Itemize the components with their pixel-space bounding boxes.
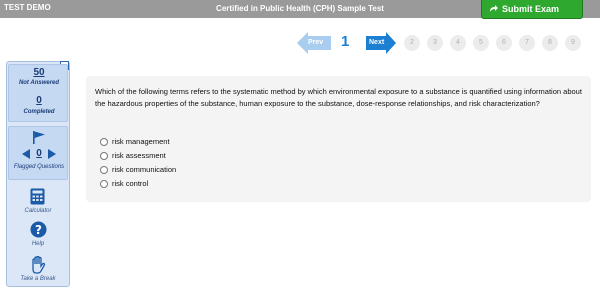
current-page-number: 1 [341, 33, 350, 50]
page-button[interactable]: 8 [542, 35, 558, 51]
radio-button[interactable] [100, 138, 108, 146]
svg-text:?: ? [35, 223, 42, 237]
flag-icon [33, 131, 45, 144]
page-button[interactable]: 6 [496, 35, 512, 51]
prev-button[interactable]: Prev [297, 32, 331, 54]
submit-exam-label: Submit Exam [502, 4, 560, 14]
share-arrow-icon [490, 5, 498, 12]
completed-label: Completed [23, 109, 55, 115]
next-button[interactable]: Next [366, 32, 396, 54]
help-label: Help [31, 241, 45, 247]
page-button[interactable]: 5 [473, 35, 489, 51]
flagged-label: Flagged Questions [13, 164, 65, 170]
completed-count[interactable]: 0 [9, 95, 69, 106]
prev-label: Prev [308, 39, 324, 46]
question-text: Which of the following terms refers to t… [95, 87, 582, 108]
radio-button[interactable] [100, 166, 108, 174]
hand-icon [32, 256, 46, 274]
calculator-button[interactable]: Calculator [8, 186, 68, 216]
answer-option-label[interactable]: risk control [112, 179, 148, 188]
radio-button[interactable] [100, 180, 108, 188]
calculator-icon [30, 188, 45, 205]
submit-exam-button[interactable]: Submit Exam [481, 0, 583, 19]
progress-summary: 50 Not Answered 0 Completed [8, 64, 68, 122]
question-card: Which of the following terms refers to t… [86, 76, 591, 202]
next-label: Next [369, 39, 385, 46]
page-button[interactable]: 4 [450, 35, 466, 51]
page-button[interactable]: 7 [519, 35, 535, 51]
calculator-label: Calculator [24, 208, 52, 214]
help-button[interactable]: ? Help [8, 220, 68, 250]
take-a-break-button[interactable]: Take a Break [8, 255, 68, 287]
not-answered-count[interactable]: 50 [9, 67, 69, 78]
answer-option-label[interactable]: risk management [112, 137, 170, 146]
radio-button[interactable] [100, 152, 108, 160]
page-button[interactable]: 2 [404, 35, 420, 51]
flagged-box: 0 Flagged Questions [8, 126, 68, 180]
answer-option-label[interactable]: risk assessment [112, 151, 166, 160]
flag-next-icon[interactable] [48, 149, 56, 159]
page-button[interactable]: 3 [427, 35, 443, 51]
page-button[interactable]: 9 [565, 35, 581, 51]
help-icon: ? [30, 221, 47, 238]
take-a-break-label: Take a Break [20, 276, 56, 282]
flagged-count[interactable]: 0 [9, 148, 69, 159]
not-answered-label: Not Answered [18, 80, 60, 86]
answer-option-label[interactable]: risk communication [112, 165, 176, 174]
